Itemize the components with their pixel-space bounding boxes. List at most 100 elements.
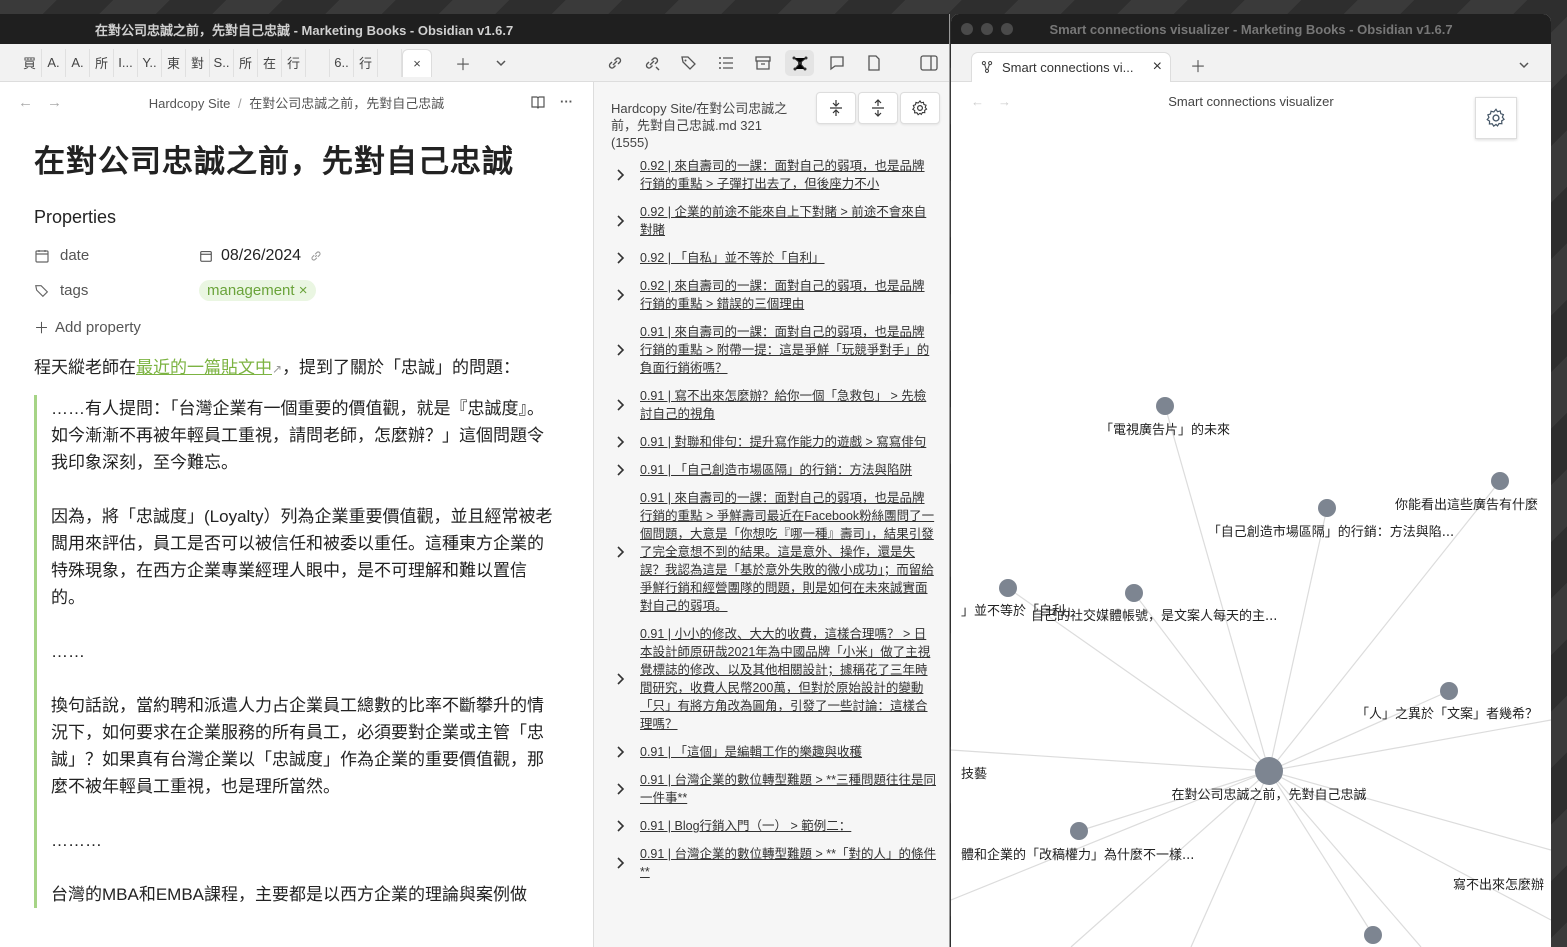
active-tab-close-button[interactable]: × [402,48,432,77]
connections-graph[interactable]: 「電視廣告片」的未來你能看出這些廣告有什麼「自己創造市場區隔」的行銷：方法與陷.… [951,120,1551,947]
chevron-right-icon[interactable] [616,288,640,302]
outline-button[interactable] [711,50,740,76]
tab-item[interactable]: 所 [90,48,114,77]
tab-item[interactable]: S.. [210,48,234,77]
connection-result[interactable]: 0.92 | 「自私」並不等於「自利」 [616,244,936,272]
graph-node[interactable] [999,579,1017,597]
new-tab-button[interactable]: ＋ [1185,52,1211,78]
tab-item[interactable]: Y.. [138,48,162,77]
tab-smart-connections-visualizer[interactable]: Smart connections vi... × [971,51,1171,82]
connection-result[interactable]: 0.91 | 來自壽司的一課：面對自己的弱項，也是品牌行銷的重點 > 附帶一提：… [616,318,936,382]
outgoing-links-button[interactable] [637,50,666,76]
file-button[interactable] [859,50,888,76]
chevron-right-icon[interactable] [616,343,640,357]
connection-result[interactable]: 0.91 | 寫不出來怎麼辦？給你一個「急救包」 > 先檢討自己的視角 [616,382,936,428]
minimize-window-icon[interactable] [981,23,993,35]
close-tab-icon[interactable]: × [1153,58,1162,76]
connection-result-link[interactable]: 0.92 | 來自壽司的一課：面對自己的弱項，也是品牌行銷的重點 > 子彈打出去… [640,157,936,193]
connection-result[interactable]: 0.91 | 「這個」是編輯工作的樂趣與收穫 [616,738,936,766]
add-property-button[interactable]: ＋ Add property [34,308,559,346]
connection-result[interactable]: 0.91 | Blog行銷入門（一） > 範例二： [616,812,936,840]
tab-list-dropdown-button[interactable] [488,50,514,76]
connection-result[interactable]: 0.91 | 台灣企業的數位轉型難題 > **「對的人」的條件** [616,840,936,886]
new-tab-button[interactable]: ＋ [450,50,476,76]
graph-node[interactable] [1125,584,1143,602]
connection-result-link[interactable]: 0.91 | 對聯和俳句：提升寫作能力的遊戲 > 寫寫俳句 [640,433,926,451]
more-options-icon[interactable]: ··· [560,94,573,110]
connection-result-link[interactable]: 0.91 | 來自壽司的一課：面對自己的弱項，也是品牌行銷的重點 > 附帶一提：… [640,323,936,377]
chevron-right-icon[interactable] [616,819,640,833]
connections-settings-button[interactable] [900,92,940,124]
connection-result[interactable]: 0.91 | 對聯和俳句：提升寫作能力的遊戲 > 寫寫俳句 [616,428,936,456]
connection-result-link[interactable]: 0.92 | 「自私」並不等於「自利」 [640,249,825,267]
property-key-tags[interactable]: tags [34,282,199,299]
property-key-date[interactable]: date [34,247,199,264]
chevron-right-icon[interactable] [616,856,640,870]
archive-button[interactable] [748,50,777,76]
zoom-window-icon[interactable] [1001,23,1013,35]
connection-result-link[interactable]: 0.91 | 台灣企業的數位轉型難題 > **「對的人」的條件** [640,845,936,881]
property-value-date[interactable]: 08/26/2024 [199,247,323,265]
graph-node[interactable] [1491,472,1509,490]
connection-result-link[interactable]: 0.91 | 「這個」是編輯工作的樂趣與收穫 [640,743,862,761]
connection-result-link[interactable]: 0.91 | 寫不出來怎麼辦？給你一個「急救包」 > 先檢討自己的視角 [640,387,936,423]
remove-tag-icon[interactable]: × [299,282,308,299]
expand-all-button[interactable] [858,92,898,124]
tab-item[interactable] [378,48,402,77]
chat-button[interactable] [822,50,851,76]
external-link[interactable]: 最近的一篇貼文中 [136,358,272,377]
tab-item[interactable]: 6.. [330,48,354,77]
tab-item[interactable]: I... [114,48,138,77]
chevron-right-icon[interactable] [616,214,640,228]
connection-result[interactable]: 0.92 | 來自壽司的一課：面對自己的弱項，也是品牌行銷的重點 > 子彈打出去… [616,152,936,198]
graph-node[interactable] [1364,926,1382,944]
tab-item[interactable]: 對 [186,48,210,77]
chevron-right-icon[interactable] [616,745,640,759]
chevron-right-icon[interactable] [616,782,640,796]
connection-result[interactable]: 0.91 | 台灣企業的數位轉型難題 > **三種問題往往是同一件事** [616,766,936,812]
connection-result[interactable]: 0.91 | 「自己創造市場區隔」的行銷：方法與陷阱 [616,456,936,484]
connection-result[interactable]: 0.92 | 企業的前途不能來自上下對賭 > 前途不會來自對賭 [616,198,936,244]
breadcrumb-note[interactable]: 在對公司忠誠之前，先對自己忠誠 [249,96,444,111]
chevron-right-icon[interactable] [616,398,640,412]
smart-connections-button[interactable] [785,50,814,76]
chevron-right-icon[interactable] [616,435,640,449]
tab-item[interactable]: A. [66,48,90,77]
link-icon[interactable] [309,249,323,263]
connection-result[interactable]: 0.91 | 來自壽司的一課：面對自己的弱項，也是品牌行銷的重點 > 爭鮮壽司最… [616,484,936,620]
chevron-right-icon[interactable] [616,545,640,559]
breadcrumb-folder[interactable]: Hardcopy Site [149,96,231,111]
connection-result-link[interactable]: 0.92 | 來自壽司的一課：面對自己的弱項，也是品牌行銷的重點 > 錯誤的三個… [640,277,936,313]
tab-item[interactable]: 行 [282,48,306,77]
tab-item[interactable]: 行 [354,48,378,77]
graph-center-node[interactable] [1255,757,1283,785]
collapse-all-button[interactable] [816,92,856,124]
connection-result-link[interactable]: 0.91 | 「自己創造市場區隔」的行銷：方法與陷阱 [640,461,912,479]
connection-result[interactable]: 0.91 | 小小的修改、大大的收費，這樣合理嗎？ > 日本設計師原研哉2021… [616,620,936,738]
tab-item[interactable]: 所 [234,48,258,77]
connection-result-link[interactable]: 0.91 | 小小的修改、大大的收費，這樣合理嗎？ > 日本設計師原研哉2021… [640,625,936,733]
note-title[interactable]: 在對公司忠誠之前，先對自己忠誠 [34,136,559,181]
chevron-right-icon[interactable] [616,672,640,686]
tab-item[interactable]: 東 [162,48,186,77]
tab-list-dropdown-button[interactable] [1511,52,1537,78]
chevron-right-icon[interactable] [616,463,640,477]
tag-pill[interactable]: management × [199,280,316,301]
tab-item[interactable]: A. [42,48,66,77]
tags-button[interactable] [674,50,703,76]
connection-result-link[interactable]: 0.91 | Blog行銷入門（一） > 範例二： [640,817,851,835]
tab-item[interactable]: 在 [258,48,282,77]
graph-node[interactable] [1070,822,1088,840]
connection-result-link[interactable]: 0.91 | 來自壽司的一課：面對自己的弱項，也是品牌行銷的重點 > 爭鮮壽司最… [640,489,936,615]
backlinks-button[interactable] [600,50,629,76]
graph-node[interactable] [1156,397,1174,415]
graph-node[interactable] [1440,682,1458,700]
chevron-right-icon[interactable] [616,168,640,182]
connection-result-link[interactable]: 0.92 | 企業的前途不能來自上下對賭 > 前途不會來自對賭 [640,203,936,239]
connection-result[interactable]: 0.92 | 來自壽司的一課：面對自己的弱項，也是品牌行銷的重點 > 錯誤的三個… [616,272,936,318]
tab-item[interactable]: 買 [18,48,42,77]
close-window-icon[interactable] [961,23,973,35]
graph-node[interactable] [1318,499,1336,517]
book-icon[interactable] [530,94,546,110]
toggle-right-sidebar-button[interactable] [914,50,943,76]
